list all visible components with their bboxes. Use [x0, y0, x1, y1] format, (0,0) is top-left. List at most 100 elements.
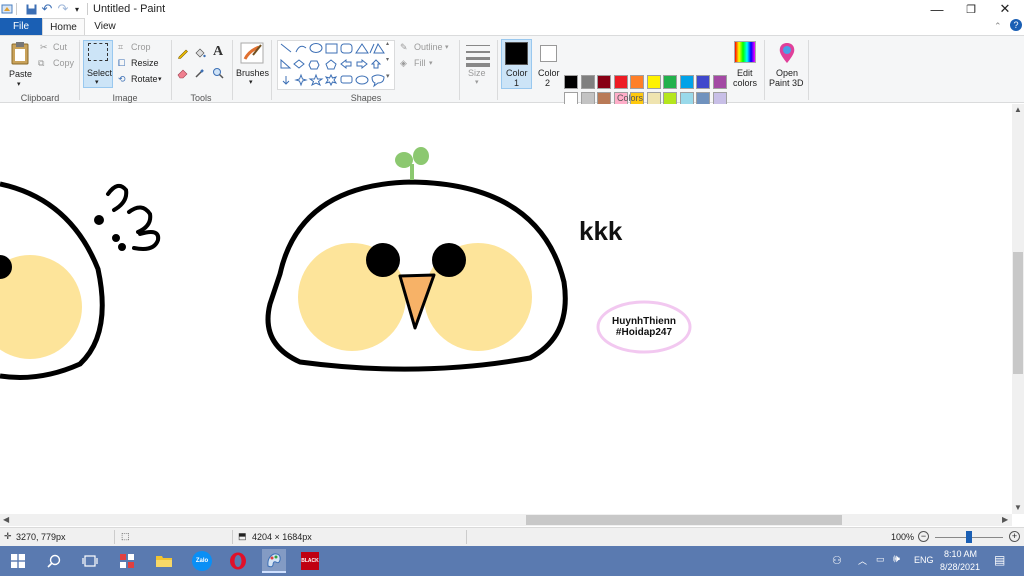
divider: [271, 40, 272, 100]
paint-app-icon[interactable]: [0, 2, 14, 16]
cut-button[interactable]: Cut: [53, 42, 67, 52]
crop-icon: ⌗: [118, 42, 124, 52]
help-button[interactable]: ?: [1010, 19, 1022, 31]
scroll-right-icon[interactable]: ▶: [1002, 515, 1008, 524]
edit-colors-icon[interactable]: [734, 41, 756, 63]
zoom-out-icon[interactable]: −: [918, 531, 929, 542]
pencil-icon[interactable]: [176, 46, 190, 60]
volume-icon[interactable]: 🕪: [893, 553, 900, 566]
edit-colors-label[interactable]: Edit: [737, 68, 753, 78]
zoom-slider-thumb[interactable]: [966, 531, 972, 543]
brushes-icon[interactable]: [238, 40, 266, 66]
brushes-button[interactable]: Brushes: [236, 68, 269, 78]
notifications-icon[interactable]: ▤: [994, 553, 1005, 567]
fill-dropdown-icon[interactable]: ▾: [429, 59, 433, 67]
shapes-scroll-down-icon[interactable]: ▾: [386, 56, 389, 63]
status-bar: ✛ 3270, 779px ⬚ ⬒ 4204 × 1684px 100% − +: [0, 527, 1024, 546]
palette-color-swatch[interactable]: [663, 75, 677, 89]
minimize-button[interactable]: —: [920, 0, 954, 18]
color2-label[interactable]: Color: [538, 68, 560, 78]
scroll-left-icon[interactable]: ◀: [3, 515, 9, 524]
signature-line-1: HuynhThienn: [612, 316, 676, 327]
paint-taskbar-icon[interactable]: [262, 549, 286, 573]
snip-tool-icon[interactable]: [115, 549, 139, 573]
zoom-in-icon[interactable]: +: [1009, 531, 1020, 542]
undo-icon[interactable]: ↶: [40, 1, 54, 16]
restore-button[interactable]: ❐: [954, 0, 988, 18]
rotate-button[interactable]: Rotate: [131, 74, 158, 84]
file-explorer-icon[interactable]: [152, 549, 176, 573]
palette-color-swatch[interactable]: [696, 75, 710, 89]
palette-color-swatch[interactable]: [646, 75, 661, 89]
divider: [764, 40, 765, 100]
divider: [459, 40, 460, 100]
search-icon[interactable]: [42, 549, 66, 573]
size-icon[interactable]: [466, 42, 490, 67]
color2-number: 2: [545, 78, 551, 88]
color2-swatch[interactable]: [540, 45, 557, 62]
vertical-scroll-thumb[interactable]: [1013, 252, 1023, 374]
language-indicator[interactable]: ENG: [914, 555, 934, 565]
size-dropdown-icon[interactable]: ▾: [475, 78, 479, 86]
scroll-down-icon[interactable]: ▼: [1014, 503, 1022, 512]
task-view-icon[interactable]: [78, 549, 102, 573]
shapes-more-icon[interactable]: ▾: [386, 72, 390, 80]
drawing-canvas[interactable]: kkk HuynhThienn #Hoidap247: [0, 104, 1012, 514]
paste-dropdown-icon[interactable]: ▾: [17, 80, 21, 88]
people-icon[interactable]: ⚇: [832, 554, 842, 567]
palette-color-swatch[interactable]: [597, 75, 611, 89]
signature-text: HuynhThienn #Hoidap247: [600, 316, 688, 338]
fill-bucket-icon[interactable]: [193, 46, 207, 60]
redo-icon[interactable]: ↷: [56, 1, 70, 16]
black-app-icon[interactable]: BLACK: [298, 549, 322, 573]
tab-home[interactable]: Home: [42, 18, 85, 35]
crop-button[interactable]: Crop: [131, 42, 151, 52]
group-label-colors: Colors: [616, 93, 643, 103]
edit-colors-label-2[interactable]: colors: [733, 78, 757, 88]
customize-quick-access-icon[interactable]: ▾: [72, 2, 82, 16]
tab-file[interactable]: File: [0, 18, 42, 35]
color-picker-icon[interactable]: [193, 66, 207, 80]
select-button-label: Select: [87, 68, 113, 78]
paste-icon[interactable]: [9, 40, 31, 66]
palette-color-swatch[interactable]: [564, 75, 578, 89]
clock-date[interactable]: 8/28/2021: [940, 562, 980, 572]
save-icon[interactable]: [24, 2, 38, 16]
select-dropdown-icon[interactable]: ▾: [95, 78, 99, 86]
outline-dropdown-icon[interactable]: ▾: [445, 43, 449, 51]
horizontal-scrollbar[interactable]: [0, 514, 1012, 526]
magnifier-icon[interactable]: [211, 66, 225, 80]
color1-swatch: [505, 42, 528, 65]
outline-button[interactable]: Outline: [414, 42, 443, 52]
close-button[interactable]: ✕: [988, 0, 1022, 18]
scroll-up-icon[interactable]: ▲: [1014, 105, 1022, 114]
shapes-scroll-up-icon[interactable]: ▴: [386, 40, 389, 47]
eraser-icon[interactable]: [176, 66, 190, 80]
tab-view[interactable]: View: [85, 18, 125, 35]
palette-color-swatch[interactable]: [580, 75, 595, 89]
horizontal-scroll-thumb[interactable]: [526, 515, 842, 525]
text-tool-icon[interactable]: A: [211, 44, 225, 60]
rotate-dropdown-icon[interactable]: ▾: [158, 75, 162, 83]
shapes-gallery[interactable]: [277, 40, 395, 90]
palette-color-swatch[interactable]: [613, 75, 628, 89]
brushes-dropdown-icon[interactable]: ▾: [249, 78, 253, 86]
show-hidden-icons-icon[interactable]: ︿: [858, 554, 867, 567]
clock-time[interactable]: 8:10 AM: [944, 549, 977, 559]
collapse-ribbon-icon[interactable]: ⌃: [994, 21, 1002, 32]
copy-button[interactable]: Copy: [53, 58, 74, 68]
paint3d-icon[interactable]: [776, 41, 798, 65]
fill-button[interactable]: Fill: [414, 58, 426, 68]
start-icon[interactable]: [6, 549, 30, 573]
opera-icon[interactable]: [226, 549, 250, 573]
paste-button-label[interactable]: Paste: [9, 69, 32, 79]
battery-icon[interactable]: ▭: [876, 554, 885, 565]
palette-color-swatch[interactable]: [630, 75, 644, 89]
open-paint3d-line2[interactable]: Paint 3D: [769, 78, 804, 88]
resize-button[interactable]: Resize: [131, 58, 159, 68]
zalo-icon[interactable]: Zalo: [190, 549, 214, 573]
palette-color-swatch[interactable]: [679, 75, 694, 89]
open-paint3d-line1[interactable]: Open: [776, 68, 798, 78]
palette-color-swatch[interactable]: [712, 75, 727, 89]
size-button[interactable]: Size: [468, 68, 486, 78]
